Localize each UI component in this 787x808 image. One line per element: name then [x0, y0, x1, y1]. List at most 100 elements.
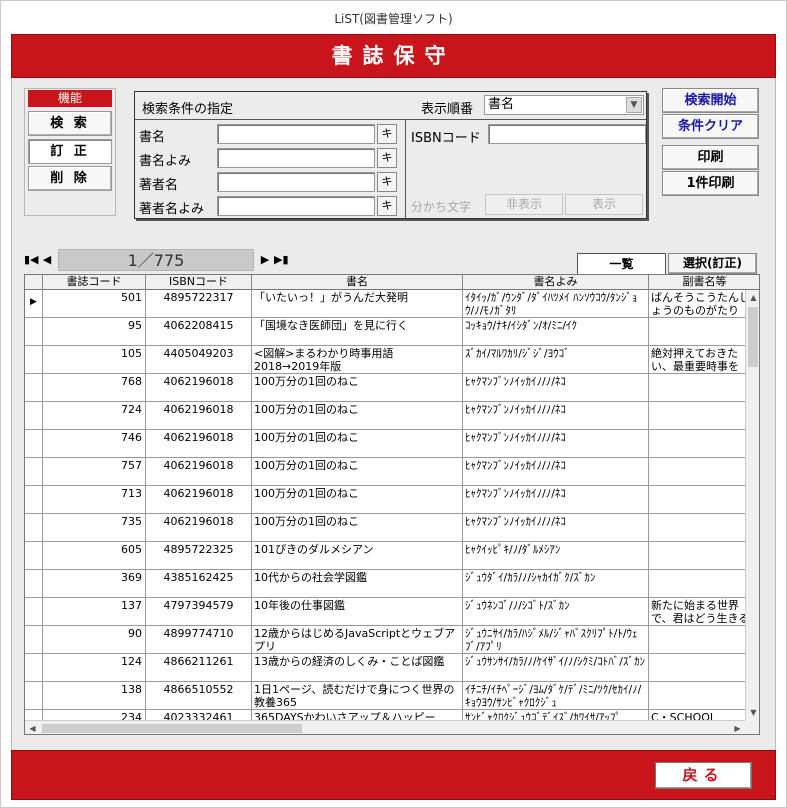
table-row[interactable]: 234 4023332461 365DAYSかわいさアップ＆ハッピー ｻﾝﾋﾞｬｸﾛｸ… — [25, 710, 745, 720]
last-record-icon[interactable]: ▶▮ — [274, 249, 289, 271]
cell-reading[interactable]: ﾋｬｸﾏﾝﾌﾞﾝﾉｲｯｶｲﾉ/ﾉ/ﾈｺ — [463, 514, 649, 542]
back-button[interactable]: 戻る — [655, 762, 752, 789]
table-row[interactable]: 757 4062196018 100万分の1回のねこ ﾋｬｸﾏﾝﾌﾞﾝﾉｲｯｶｲﾉ/ﾉ… — [25, 458, 745, 486]
table-row[interactable]: 605 4895722325 101ぴきのダルメシアン ﾋｬｸｲｯﾋﾟｷ/ﾉ/ﾀﾞﾙﾒ… — [25, 542, 745, 570]
cell-subtitle[interactable] — [649, 682, 745, 710]
cell-code[interactable]: 757 — [43, 458, 146, 486]
cell-reading[interactable]: ﾋｬｸﾏﾝﾌﾞﾝﾉｲｯｶｲﾉ/ﾉ/ﾈｺ — [463, 458, 649, 486]
cell-code[interactable]: 137 — [43, 598, 146, 626]
cell-subtitle[interactable] — [649, 430, 745, 458]
cell-isbn[interactable]: 4062208415 — [146, 318, 252, 346]
cell-subtitle[interactable]: 絶対押えておきたい、最重要時事を — [649, 346, 745, 374]
cell-isbn[interactable]: 4899774710 — [146, 626, 252, 654]
column-header-subtitle[interactable]: 副書名等 — [649, 275, 759, 290]
row-selector[interactable] — [25, 682, 43, 710]
row-selector[interactable] — [25, 346, 43, 374]
cell-isbn[interactable]: 4062196018 — [146, 458, 252, 486]
horizontal-scrollbar[interactable]: ◀ ▶ — [25, 720, 745, 734]
row-selector[interactable] — [25, 458, 43, 486]
cell-reading[interactable]: ｼﾞｭｳﾆｻｲ/ｶﾗ/ﾊｼﾞﾒﾙ/ｼﾞｬﾊﾞｽｸﾘﾌﾟﾄ/ﾄ/ｳｪﾌﾞ/ｱﾌﾟﾘ — [463, 626, 649, 654]
cell-reading[interactable]: ﾋｬｸｲｯﾋﾟｷ/ﾉ/ﾀﾞﾙﾒｼｱﾝ — [463, 542, 649, 570]
cell-subtitle[interactable] — [649, 626, 745, 654]
cell-reading[interactable]: ｼﾞｭｳﾀﾞｲ/ｶﾗ/ﾉ/ｼｬｶｲｶﾞｸ/ｽﾞｶﾝ — [463, 570, 649, 598]
cell-reading[interactable]: ｺｯｷｮｳ/ﾅｷ/ｲｼﾀﾞﾝ/ｵ/ﾐﾆ/ｲｸ — [463, 318, 649, 346]
cell-title[interactable]: 「いたいっ！」がうんだ大発明 — [252, 290, 463, 318]
row-selector[interactable] — [25, 626, 43, 654]
cell-code[interactable]: 369 — [43, 570, 146, 598]
cell-reading[interactable]: ﾋｬｸﾏﾝﾌﾞﾝﾉｲｯｶｲﾉ/ﾉ/ﾈｺ — [463, 374, 649, 402]
next-record-icon[interactable]: ▶ — [258, 249, 272, 271]
cell-isbn[interactable]: 4062196018 — [146, 486, 252, 514]
table-row[interactable]: 124 4866211261 13歳からの経済のしくみ・ことば図鑑 ｼﾞｭｳｻﾝｻｲ/… — [25, 654, 745, 682]
row-selector[interactable] — [25, 514, 43, 542]
previous-record-icon[interactable]: ◀ — [40, 249, 54, 271]
column-header-reading[interactable]: 書名よみ — [463, 275, 649, 290]
cell-reading[interactable]: ﾋｬｸﾏﾝﾌﾞﾝﾉｲｯｶｲﾉ/ﾉ/ﾈｺ — [463, 402, 649, 430]
cell-isbn[interactable]: 4385162425 — [146, 570, 252, 598]
table-row[interactable]: 746 4062196018 100万分の1回のねこ ﾋｬｸﾏﾝﾌﾞﾝﾉｲｯｶｲﾉ/ﾉ… — [25, 430, 745, 458]
cell-title[interactable]: 101ぴきのダルメシアン — [252, 542, 463, 570]
row-selector[interactable] — [25, 710, 43, 720]
cell-code[interactable]: 768 — [43, 374, 146, 402]
cell-title[interactable]: 10年後の仕事図鑑 — [252, 598, 463, 626]
scroll-up-icon[interactable]: ▲ — [746, 290, 759, 305]
table-row[interactable]: 713 4062196018 100万分の1回のねこ ﾋｬｸﾏﾝﾌﾞﾝﾉｲｯｶｲﾉ/ﾉ… — [25, 486, 745, 514]
print-one-button[interactable]: 1件印刷 — [662, 171, 759, 196]
table-row[interactable]: 724 4062196018 100万分の1回のねこ ﾋｬｸﾏﾝﾌﾞﾝﾉｲｯｶｲﾉ/ﾉ… — [25, 402, 745, 430]
column-header-title[interactable]: 書名 — [252, 275, 463, 290]
scroll-down-icon[interactable]: ▼ — [746, 705, 759, 720]
cell-code[interactable]: 90 — [43, 626, 146, 654]
cell-code[interactable]: 746 — [43, 430, 146, 458]
cell-code[interactable]: 105 — [43, 346, 146, 374]
cell-subtitle[interactable] — [649, 486, 745, 514]
cell-isbn[interactable]: 4062196018 — [146, 402, 252, 430]
tab-select-edit[interactable]: 選択(訂正) — [668, 253, 757, 274]
cell-isbn[interactable]: 4062196018 — [146, 430, 252, 458]
edit-mode-button[interactable]: 訂 正 — [28, 139, 112, 164]
cell-reading[interactable]: ｻﾝﾋﾞｬｸﾛｸｼﾞｭｳｺﾞﾃﾞｲｽﾞ/ｶﾜｲｻ/ｱｯﾌﾟ — [463, 710, 649, 720]
cell-title[interactable]: <図解>まるわかり時事用語 2018→2019年版 — [252, 346, 463, 374]
scroll-right-icon[interactable]: ▶ — [730, 721, 745, 734]
cell-title[interactable]: 100万分の1回のねこ — [252, 374, 463, 402]
scroll-left-icon[interactable]: ◀ — [25, 721, 40, 734]
clear-conditions-button[interactable]: 条件クリア — [662, 114, 759, 139]
delete-mode-button[interactable]: 削 除 — [28, 166, 112, 191]
cell-subtitle[interactable]: 新たに始まる世界で、君はどう生きるか — [649, 598, 745, 626]
isbn-input[interactable] — [488, 124, 646, 144]
title-reading-input[interactable] — [217, 148, 375, 168]
display-order-select[interactable]: 書名 ▼ — [484, 95, 644, 115]
author-input[interactable] — [217, 172, 375, 192]
cell-isbn[interactable]: 4062196018 — [146, 374, 252, 402]
cell-code[interactable]: 501 — [43, 290, 146, 318]
row-selector[interactable] — [25, 430, 43, 458]
tab-list[interactable]: 一覧 — [577, 253, 666, 274]
author-reading-input[interactable] — [217, 196, 375, 216]
cell-reading[interactable]: ｼﾞｭｳﾈﾝｺﾞ/ﾉ/ｼｺﾞﾄ/ｽﾞｶﾝ — [463, 598, 649, 626]
cell-code[interactable]: 724 — [43, 402, 146, 430]
cell-isbn[interactable]: 4405049203 — [146, 346, 252, 374]
cell-title[interactable]: 「国境なき医師団」を見に行く — [252, 318, 463, 346]
cell-isbn[interactable]: 4866510552 — [146, 682, 252, 710]
cell-code[interactable]: 95 — [43, 318, 146, 346]
cell-subtitle[interactable] — [649, 570, 745, 598]
cell-isbn[interactable]: 4797394579 — [146, 598, 252, 626]
table-row[interactable]: 90 4899774710 12歳からはじめるJavaScriptとウェブアプリ ｼﾞ… — [25, 626, 745, 654]
vertical-scrollbar[interactable]: ▲ ▼ — [745, 290, 759, 720]
table-row[interactable]: 138 4866510552 1日1ページ、読むだけで身につく世界の教養365 ｲﾁﾆ… — [25, 682, 745, 710]
author-reading-kana-button[interactable]: キ — [377, 196, 397, 216]
cell-isbn[interactable]: 4023332461 — [146, 710, 252, 720]
table-row[interactable]: ▶ 501 4895722317 「いたいっ！」がうんだ大発明 ｲﾀｲｯ/ｶﾞ/ｳﾝﾀﾞ… — [25, 290, 745, 318]
title-input[interactable] — [217, 124, 375, 144]
hide-separator-button[interactable]: 非表示 — [485, 194, 563, 215]
cell-code[interactable]: 138 — [43, 682, 146, 710]
search-mode-button[interactable]: 検 索 — [28, 111, 112, 136]
cell-isbn[interactable]: 4895722325 — [146, 542, 252, 570]
row-selector[interactable] — [25, 318, 43, 346]
cell-reading[interactable]: ｲﾀｲｯ/ｶﾞ/ｳﾝﾀﾞ/ﾀﾞｲﾊﾂﾒｲ ﾊﾝｿｳｺｳ/ﾀﾝｼﾞｮｳ/ﾉ/ﾓﾉｶ… — [463, 290, 649, 318]
cell-subtitle[interactable] — [649, 374, 745, 402]
show-separator-button[interactable]: 表示 — [565, 194, 643, 215]
cell-title[interactable]: 100万分の1回のねこ — [252, 514, 463, 542]
cell-code[interactable]: 735 — [43, 514, 146, 542]
cell-code[interactable]: 605 — [43, 542, 146, 570]
column-header-code[interactable]: 書誌コード — [43, 275, 146, 290]
